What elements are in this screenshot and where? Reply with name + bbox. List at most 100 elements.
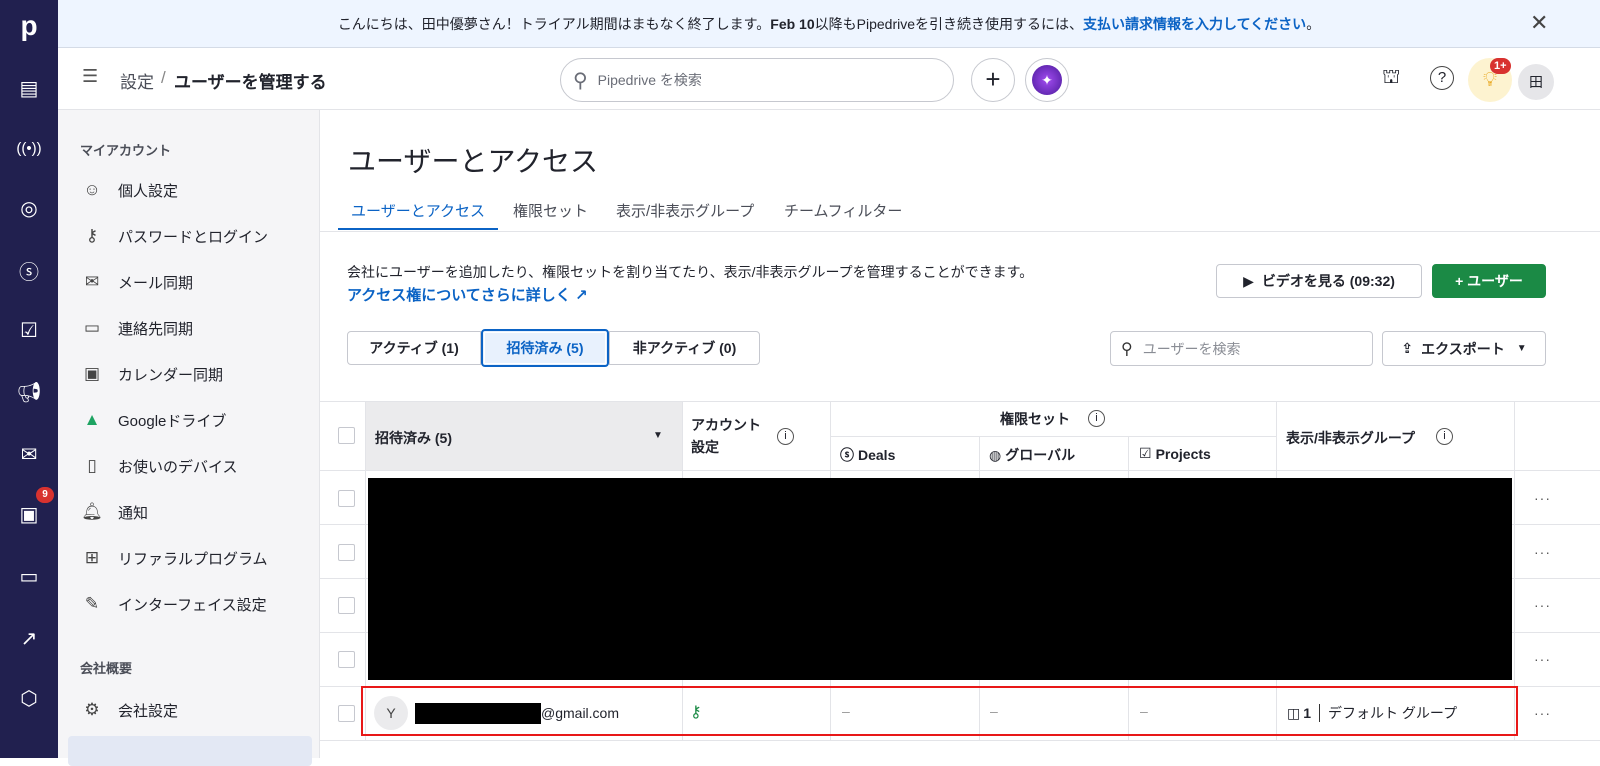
ai-assistant-button[interactable]: ✦ xyxy=(1025,58,1069,102)
sidebar-item-company-settings[interactable]: ⚙ 会社設定 xyxy=(80,692,178,728)
tab-team-filters[interactable]: チームフィルター xyxy=(784,190,902,230)
clipboard-icon[interactable]: ☑ xyxy=(0,310,58,350)
tab-visibility-groups[interactable]: 表示/非表示グループ xyxy=(616,190,754,230)
mail-icon[interactable]: ✉ xyxy=(0,434,58,474)
user-search-placeholder: ユーザーを検索 xyxy=(1142,340,1241,357)
sidebar-item-label: Googleドライブ xyxy=(118,412,227,430)
row-actions-icon[interactable]: ··· xyxy=(1534,651,1551,667)
tab-users-access[interactable]: ユーザーとアクセス xyxy=(338,190,498,230)
filter-active[interactable]: アクティブ (1) xyxy=(347,331,481,365)
name-column-header[interactable]: 招待済み (5) xyxy=(375,428,452,448)
sidebar-item-devices[interactable]: ▯ お使いのデバイス xyxy=(80,448,237,484)
deals-icon[interactable]: ⓢ xyxy=(0,250,58,290)
tab-permission-sets[interactable]: 権限セット xyxy=(513,190,588,230)
row-actions-icon[interactable]: ··· xyxy=(1534,544,1551,560)
caret-down-icon: ▼ xyxy=(1516,343,1527,354)
sidebar-item-label: リファラルプログラム xyxy=(118,550,268,568)
sidebar-item-password[interactable]: ⚷ パスワードとログイン xyxy=(80,218,268,254)
sidebar-item-label: パスワードとログイン xyxy=(118,228,269,246)
info-icon[interactable]: i xyxy=(777,428,794,445)
info-icon[interactable]: i xyxy=(1436,428,1453,445)
learn-more-link[interactable]: アクセス権についてさらに詳しく ↗ xyxy=(347,284,588,305)
row-checkbox[interactable] xyxy=(338,651,355,668)
sidebar-item-contact-sync[interactable]: ▭ 連絡先同期 xyxy=(80,310,193,346)
search-icon: ⚲ xyxy=(573,69,588,92)
calendar-icon: ▣ xyxy=(83,364,101,383)
sparkle-icon: ✦ xyxy=(1032,65,1062,95)
select-all-checkbox[interactable] xyxy=(338,427,355,444)
email-suffix[interactable]: @gmail.com xyxy=(541,705,619,721)
close-icon[interactable]: ✕ xyxy=(1530,10,1548,36)
user-search-input[interactable]: ⚲ ユーザーを検索 xyxy=(1110,331,1373,366)
sidebar-item-google-drive[interactable]: ▲ Googleドライブ xyxy=(80,402,227,438)
watch-video-button[interactable]: ▶ ビデオを見る (09:32) xyxy=(1216,264,1422,298)
export-button[interactable]: ⇪ エクスポート ▼ xyxy=(1382,331,1546,366)
row-checkbox[interactable] xyxy=(338,705,355,722)
projects-label: Projects xyxy=(1155,445,1211,462)
key-icon: ⚷ xyxy=(690,704,702,721)
tabs-divider xyxy=(320,231,1600,232)
sidebar-item-selected[interactable] xyxy=(68,736,312,766)
tips-badge: 1+ xyxy=(1490,58,1511,74)
permission-sets-header: 権限セット xyxy=(1000,411,1070,427)
group-icon: ◫ xyxy=(1287,704,1301,721)
filter-invited[interactable]: 招待済み (5) xyxy=(481,329,609,367)
pipedrive-logo[interactable]: p xyxy=(0,6,58,46)
section-company: 会社概要 xyxy=(80,661,133,676)
sidebar-item-calendar-sync[interactable]: ▣ カレンダー同期 xyxy=(80,356,223,392)
contact-card-icon: ▭ xyxy=(83,318,101,337)
google-drive-icon: ▲ xyxy=(83,410,101,429)
contacts-icon[interactable]: ▭ xyxy=(0,556,58,596)
marketplace-icon[interactable]: ⛫ xyxy=(1382,66,1400,91)
user-avatar[interactable]: 田 xyxy=(1518,64,1554,100)
banner-text: こんにちは、田中優夢さん！トライアル期間はまもなく終了します。 xyxy=(337,15,771,32)
megaphone-icon[interactable]: 📢︎ xyxy=(0,372,58,412)
redacted-email xyxy=(415,703,541,724)
bell-icon: 🔔︎ xyxy=(81,502,103,521)
clipboard-icon: ☑ xyxy=(1139,445,1152,461)
products-icon[interactable]: ⬡ xyxy=(0,678,58,718)
global-column-header: ◍ グローバル xyxy=(989,445,1075,465)
global-search-input[interactable]: ⚲ Pipedrive を検索 xyxy=(560,58,954,102)
banner-text-mid: 以降もPipedriveを引き続き使用するには、 xyxy=(814,15,1084,32)
insights-icon[interactable]: ↗ xyxy=(0,618,58,658)
info-icon[interactable]: i xyxy=(1088,410,1105,427)
mail-icon: ✉ xyxy=(84,272,100,291)
sidebar-item-email-sync[interactable]: ✉ メール同期 xyxy=(80,264,193,300)
broadcast-icon[interactable]: ((•)) xyxy=(0,128,58,168)
projects-value: – xyxy=(1140,703,1148,719)
row-checkbox[interactable] xyxy=(338,490,355,507)
help-icon[interactable]: ? xyxy=(1430,66,1454,90)
visibility-group[interactable]: ◫ 1 デフォルト グループ xyxy=(1287,703,1457,723)
breadcrumb-settings[interactable]: 設定 xyxy=(120,68,154,93)
sort-caret-icon[interactable]: ▼ xyxy=(653,430,663,441)
row-actions-icon[interactable]: ··· xyxy=(1534,705,1551,721)
quick-add-button[interactable]: + xyxy=(971,58,1015,102)
export-label: エクスポート xyxy=(1421,340,1505,357)
left-nav: p ▤ ((•)) ◎ ⓢ ☑ 📢︎ ✉ ▣ 9 ▭ ↗ ⬡ xyxy=(0,0,58,758)
add-user-button[interactable]: + ユーザー xyxy=(1432,264,1546,298)
group-column-header: 表示/非表示グループ xyxy=(1286,430,1416,446)
row-actions-icon[interactable]: ··· xyxy=(1534,597,1551,613)
filter-inactive[interactable]: 非アクティブ (0) xyxy=(609,331,760,365)
row-checkbox[interactable] xyxy=(338,597,355,614)
dollar-icon: ⓢ xyxy=(840,447,854,463)
row-actions-icon[interactable]: ··· xyxy=(1534,490,1551,506)
target-icon[interactable]: ◎ xyxy=(0,188,58,228)
leads-icon[interactable]: ▤ xyxy=(0,68,58,108)
banner-text-end: 。 xyxy=(1306,15,1321,32)
sidebar-item-notifications[interactable]: 🔔︎ 通知 xyxy=(80,494,148,530)
sidebar-item-personal[interactable]: ☺ 個人設定 xyxy=(80,172,178,208)
group-name: デフォルト グループ xyxy=(1328,705,1458,721)
breadcrumb-separator: / xyxy=(161,68,166,87)
sidebar-toggle-icon[interactable]: ☰ xyxy=(82,66,98,87)
row-line xyxy=(320,470,1600,471)
row-checkbox[interactable] xyxy=(338,544,355,561)
sidebar-item-referral[interactable]: ⊞ リファラルプログラム xyxy=(80,540,268,576)
sidebar-item-label: 通知 xyxy=(118,504,149,522)
section-my-account: マイアカウント xyxy=(80,143,172,158)
deals-column-header: ⓢ Deals xyxy=(840,445,895,465)
sidebar-item-interface[interactable]: ✎ インターフェイス設定 xyxy=(80,586,267,622)
key-icon: ⚷ xyxy=(85,226,99,245)
billing-link[interactable]: 支払い請求情報を入力してください xyxy=(1083,14,1306,34)
